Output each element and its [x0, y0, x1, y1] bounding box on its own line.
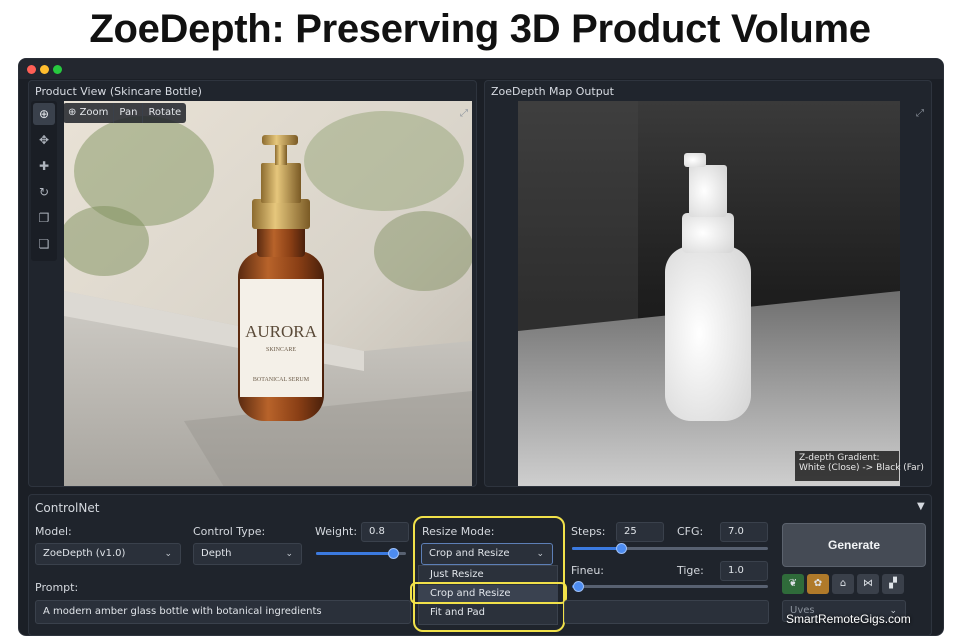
controlnet-title: ControlNet [35, 501, 100, 515]
maximize-window-button[interactable] [53, 65, 62, 74]
model-select[interactable]: ZoeDepth (v1.0) ⌄ [35, 543, 181, 565]
chevron-down-icon: ⌄ [164, 549, 172, 559]
steps-slider[interactable] [572, 543, 768, 554]
depth-map-image[interactable] [518, 101, 900, 487]
depth-map-panel: ZoeDepth Map Output ⤢ Z-depth Gradient: … [484, 80, 932, 487]
minimize-window-button[interactable] [40, 65, 49, 74]
steps-label: Steps: [571, 525, 606, 538]
collapse-icon[interactable]: ▼ [917, 501, 925, 512]
legend-line-1: Z-depth Gradient: [799, 453, 880, 463]
bottle-product-text: BOTANICAL SERUM [253, 377, 310, 383]
rotate-tool-button[interactable]: ↻ [33, 181, 55, 203]
expand-icon[interactable]: ⤢ [913, 107, 927, 121]
expand-icon[interactable]: ⤢ [457, 107, 471, 121]
chart-icon[interactable]: ▞ [882, 574, 904, 594]
product-photo[interactable]: AURORA SKINCARE BOTANICAL SERUM [64, 101, 472, 487]
weight-slider[interactable] [316, 548, 406, 559]
share-icon[interactable]: ⋈ [857, 574, 879, 594]
weight-input[interactable]: 0.8 [361, 522, 409, 542]
tige-input[interactable]: 1.0 [720, 561, 768, 581]
bottle-brand-text: AURORA [245, 322, 318, 341]
copy-tool-button[interactable]: ❐ [33, 207, 55, 229]
weight-slider-fill [316, 552, 393, 555]
fineu-label: Fineu: [571, 564, 604, 577]
pan-button[interactable]: Pan [114, 103, 144, 123]
prompt-input[interactable]: A modern amber glass bottle with botanic… [35, 600, 411, 624]
depth-map-title: ZoeDepth Map Output [491, 85, 614, 98]
legend-line-2: White (Close) -> Black (Far) [799, 463, 924, 473]
control-type-select[interactable]: Depth ⌄ [193, 543, 302, 565]
cfg-input[interactable]: 7.0 [720, 522, 768, 542]
chevron-down-icon: ⌄ [285, 549, 293, 559]
close-window-button[interactable] [27, 65, 36, 74]
window-titlebar [19, 59, 943, 79]
control-type-label: Control Type: [193, 525, 266, 538]
bottle-sub-text: SKINCARE [266, 347, 296, 353]
cfg-label: CFG: [677, 525, 704, 538]
weight-label: Weight: [315, 525, 358, 538]
rotate-button[interactable]: Rotate [143, 103, 186, 123]
zoom-icon: ⊕ [68, 107, 80, 118]
zoom-label: Zoom [79, 107, 109, 118]
product-view-title: Product View (Skincare Bottle) [35, 85, 202, 98]
move-tool-button[interactable]: ✥ [33, 129, 55, 151]
highlight-outline [413, 516, 565, 632]
watermark-text: SmartRemoteGigs.com [786, 612, 911, 626]
control-type-value: Depth [201, 548, 232, 559]
steps-slider-handle[interactable] [616, 543, 627, 554]
highlight-option-outline [410, 582, 567, 604]
save-icon[interactable]: ⌂ [832, 574, 854, 594]
product-view-panel: Product View (Skincare Bottle) AURORA SK… [28, 80, 477, 487]
prompt-label: Prompt: [35, 581, 79, 594]
zoom-tool-button[interactable]: ⊕ [33, 103, 55, 125]
fine-slider[interactable] [572, 581, 768, 592]
generate-button[interactable]: Generate [782, 523, 926, 567]
palette-icon[interactable]: ✿ [807, 574, 829, 594]
prompt-input-extension[interactable] [564, 600, 769, 624]
viewer-toolbar: ⊕ Zoom Pan Rotate [63, 103, 187, 123]
layers-tool-button[interactable]: ❏ [33, 233, 55, 255]
steps-slider-fill [572, 547, 621, 550]
weight-slider-handle[interactable] [387, 548, 399, 559]
steps-input[interactable]: 25 [616, 522, 664, 542]
viewer-toolstrip: ⊕ ✥ ✚ ↻ ❐ ❏ [31, 101, 57, 261]
zoom-button[interactable]: ⊕ Zoom [63, 103, 115, 123]
crosshair-tool-button[interactable]: ✚ [33, 155, 55, 177]
tige-label: Tige: [677, 564, 704, 577]
model-value: ZoeDepth (v1.0) [43, 548, 126, 559]
leaf-icon[interactable]: ❦ [782, 574, 804, 594]
fine-slider-handle[interactable] [572, 581, 584, 592]
depth-legend: Z-depth Gradient: White (Close) -> Black… [795, 451, 924, 481]
model-label: Model: [35, 525, 72, 538]
page-headline: ZoeDepth: Preserving 3D Product Volume [89, 7, 871, 51]
